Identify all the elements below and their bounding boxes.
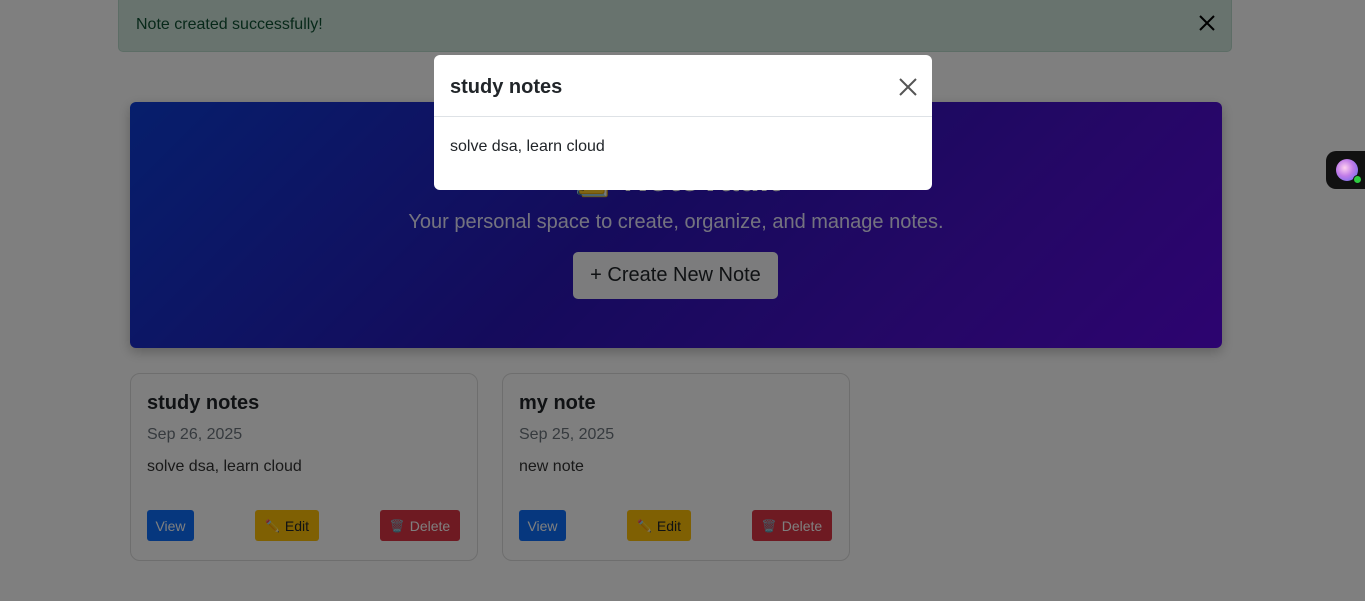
modal-header: study notes xyxy=(434,55,932,117)
modal-title: study notes xyxy=(450,76,563,98)
online-status-icon xyxy=(1353,175,1362,184)
assistant-widget[interactable] xyxy=(1326,151,1365,189)
modal-body: solve dsa, learn cloud xyxy=(450,138,605,155)
note-modal: study notes solve dsa, learn cloud xyxy=(434,55,932,190)
close-icon[interactable] xyxy=(898,77,918,97)
